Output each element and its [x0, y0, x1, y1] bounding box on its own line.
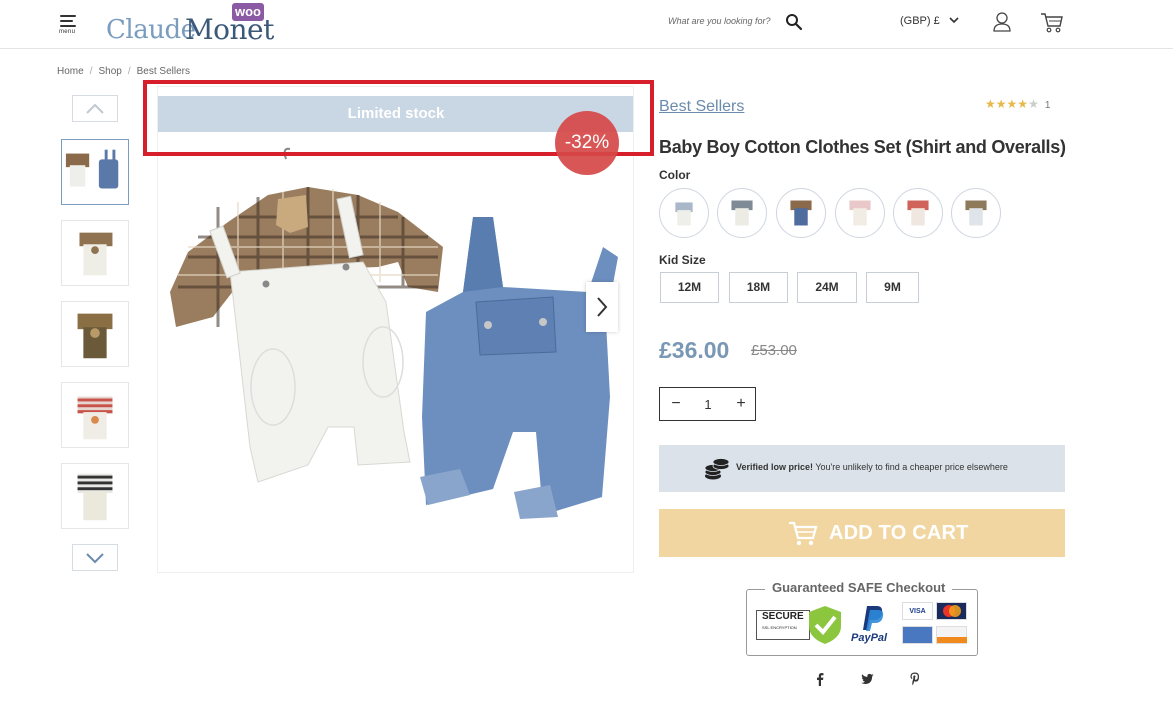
color-swatch-4[interactable]: [835, 188, 885, 238]
next-image-button[interactable]: [586, 282, 618, 332]
safe-checkout-title: Guaranteed SAFE Checkout: [765, 580, 953, 595]
verified-price-rest: You're unlikely to find a cheaper price …: [813, 462, 1008, 472]
color-swatch-6[interactable]: [951, 188, 1001, 238]
add-to-cart-label: ADD TO CART: [829, 522, 969, 544]
breadcrumb: Home / Shop / Best Sellers: [57, 66, 190, 77]
site-logo[interactable]: Claude Monet woo: [106, 2, 276, 46]
amex-card-icon: [902, 626, 933, 644]
search-icon[interactable]: [785, 13, 803, 31]
menu-label: menu: [59, 29, 76, 35]
breadcrumb-shop[interactable]: Shop: [98, 66, 121, 77]
currency-label: (GBP) £: [900, 15, 940, 27]
chevron-down-icon: [86, 552, 104, 563]
color-swatch-2[interactable]: [717, 188, 767, 238]
product-title: Baby Boy Cotton Clothes Set (Shirt and O…: [659, 137, 1066, 157]
color-swatch-1[interactable]: [659, 188, 709, 238]
current-price: £36.00: [659, 337, 730, 363]
breadcrumb-current: Best Sellers: [136, 66, 190, 77]
star-icon: ★: [1006, 97, 1018, 111]
coins-icon: [704, 458, 730, 480]
thumbnail-2[interactable]: [61, 220, 129, 286]
swatch-image: [965, 200, 987, 226]
star-empty-icon: ★: [1028, 97, 1039, 111]
quantity-input[interactable]: 1: [694, 397, 722, 412]
quantity-decrease-button[interactable]: −: [666, 394, 686, 414]
size-option-18m[interactable]: 18M: [729, 272, 788, 303]
secure-label: SECURE: [762, 611, 804, 622]
thumbnail-1[interactable]: [61, 139, 129, 205]
site-header: menu Claude Monet woo What are you looki…: [0, 0, 1173, 49]
size-option-9m[interactable]: 9M: [866, 272, 919, 303]
chevron-down-icon: [949, 17, 959, 24]
thumbnail-scroll-up-button[interactable]: [72, 95, 118, 122]
search-input[interactable]: What are you looking for?: [668, 16, 771, 26]
thumbnail-image: [77, 313, 113, 359]
swatch-image: [849, 200, 871, 226]
visa-card-icon: VISA: [902, 602, 933, 620]
verified-price-bold: Verified low price!: [736, 462, 814, 472]
thumbnail-scroll-down-button[interactable]: [72, 544, 118, 571]
pinterest-icon[interactable]: [907, 671, 923, 687]
mastercard-icon: [936, 602, 967, 620]
thumbnail-image: [79, 232, 113, 276]
swatch-image: [907, 200, 929, 226]
user-icon[interactable]: [992, 11, 1012, 33]
verified-price-text: Verified low price! You're unlikely to f…: [736, 462, 1008, 472]
category-link[interactable]: Best Sellers: [659, 98, 744, 116]
star-icon: ★: [995, 97, 1007, 111]
logo-text-claude: Claude: [106, 15, 196, 45]
size-label: Kid Size: [659, 253, 706, 267]
menu-icon: [60, 15, 76, 17]
chevron-up-icon: [86, 103, 104, 114]
cart-icon: [789, 521, 818, 546]
size-option-24m[interactable]: 24M: [797, 272, 857, 303]
swatch-image: [790, 200, 812, 226]
discover-stripe: [937, 637, 967, 643]
color-swatch-5[interactable]: [893, 188, 943, 238]
mastercard-circles: [943, 605, 961, 617]
currency-selector[interactable]: (GBP) £: [900, 15, 959, 27]
shield-check-icon: [809, 606, 841, 644]
original-price: £53.00: [751, 342, 797, 359]
logo-badge: woo: [232, 3, 264, 21]
color-label: Color: [659, 168, 691, 182]
facebook-icon[interactable]: [812, 671, 828, 687]
menu-icon-bar: [60, 20, 73, 22]
discover-card-icon: [936, 626, 967, 644]
thumbnail-image: [77, 473, 113, 521]
swatch-image: [675, 202, 693, 226]
paypal-logo: PayPal: [851, 604, 893, 646]
twitter-icon[interactable]: [859, 671, 875, 687]
star-icon: ★: [985, 97, 996, 111]
quantity-stepper: − 1 +: [659, 387, 756, 421]
star-icon: ★: [1017, 97, 1029, 111]
cart-icon[interactable]: [1040, 11, 1064, 33]
size-option-12m[interactable]: 12M: [660, 272, 719, 303]
breadcrumb-separator: /: [127, 66, 131, 77]
add-to-cart-button[interactable]: ADD TO CART: [659, 509, 1065, 557]
swatch-image: [731, 200, 753, 226]
quantity-increase-button[interactable]: +: [731, 394, 751, 414]
color-swatch-3[interactable]: [776, 188, 826, 238]
paypal-label: PayPal: [851, 632, 888, 644]
ssl-label: SSL ENCRYPTION: [762, 625, 797, 630]
safe-checkout-badge: Guaranteed SAFE Checkout SECURE SSL ENCR…: [746, 580, 978, 656]
thumbnail-4[interactable]: [61, 382, 129, 448]
thumbnail-image: [77, 396, 113, 440]
verified-price-banner: Verified low price! You're unlikely to f…: [659, 445, 1065, 492]
breadcrumb-separator: /: [89, 66, 93, 77]
paypal-icon: [863, 606, 884, 631]
product-rating[interactable]: ★★★★★ 1: [985, 97, 1050, 111]
thumbnail-image: [65, 149, 119, 189]
review-count: 1: [1044, 100, 1051, 111]
discount-badge: -32%: [555, 111, 619, 175]
thumbnail-5[interactable]: [61, 463, 129, 529]
menu-button[interactable]: menu: [58, 13, 82, 35]
menu-icon-bar: [60, 25, 76, 27]
breadcrumb-home[interactable]: Home: [57, 66, 84, 77]
thumbnail-3[interactable]: [61, 301, 129, 367]
ssl-secure-badge: SECURE SSL ENCRYPTION: [756, 610, 810, 640]
chevron-right-icon: [597, 297, 608, 317]
